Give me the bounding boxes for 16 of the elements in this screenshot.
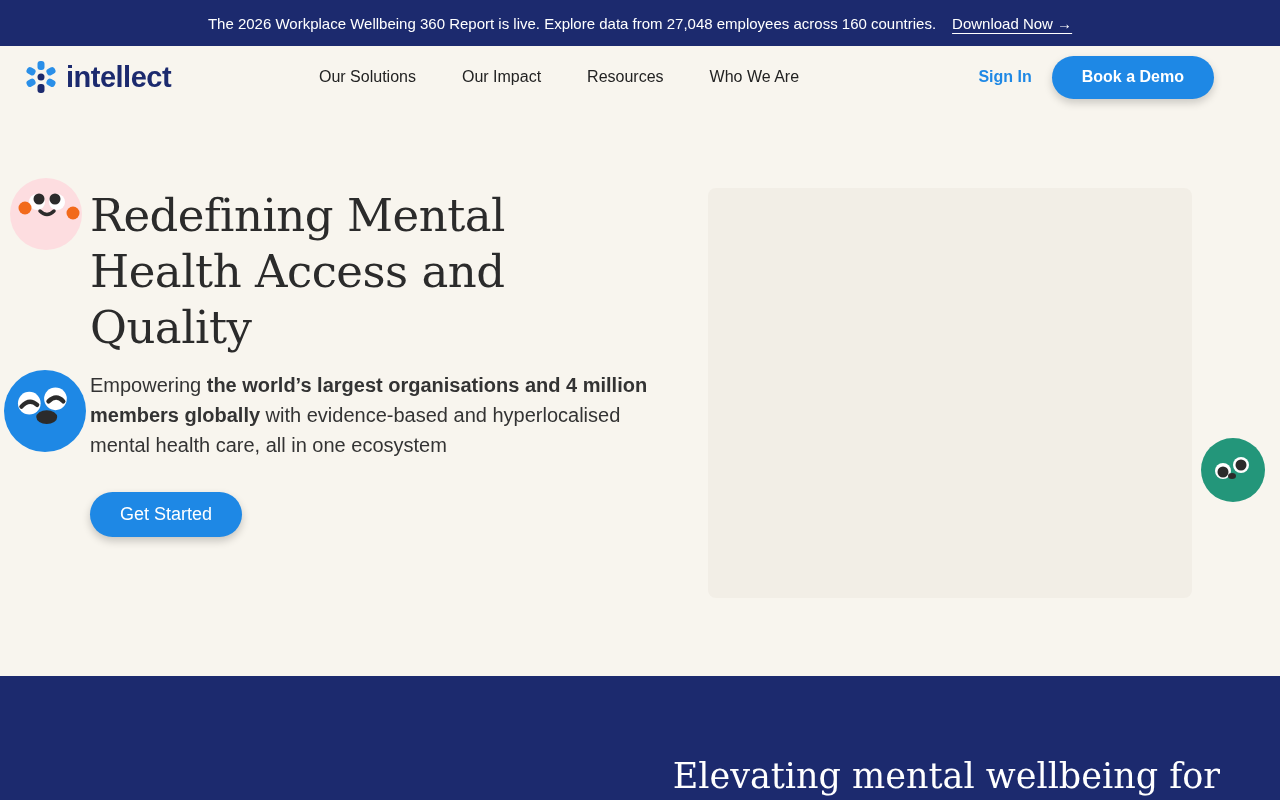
grinning-face-icon	[4, 370, 86, 452]
download-link[interactable]: Download Now →	[952, 14, 1073, 32]
smiling-face-icon	[10, 178, 82, 250]
book-demo-button[interactable]: Book a Demo	[1051, 55, 1214, 99]
section-heading: Elevating mental wellbeing for	[672, 755, 1220, 798]
hero-heading: Redefining Mental Health Access and Quality	[90, 188, 506, 356]
nav-link[interactable]: Resources	[587, 68, 664, 86]
nav-link[interactable]: Who We Are	[709, 68, 800, 86]
logo-wordmark[interactable]: intellect	[66, 60, 172, 94]
asterisk-logo-icon	[24, 60, 58, 94]
nav-link[interactable]: Our Impact	[461, 68, 542, 86]
announcement-text: The 2026 Workplace Wellbeing 360 Report is live. Explore data from 27,048 employees across 160 countries.	[207, 14, 937, 32]
hero-description: Empowering the world’s largest organisations and 4 million members globally with evidence-based and hyperlocalised mental health care, all in one ecosystem	[90, 373, 649, 458]
staring-face-icon	[1201, 438, 1265, 502]
nav-link[interactable]: Our Solutions	[319, 68, 416, 86]
get-started-button[interactable]: Get Started	[90, 492, 243, 537]
